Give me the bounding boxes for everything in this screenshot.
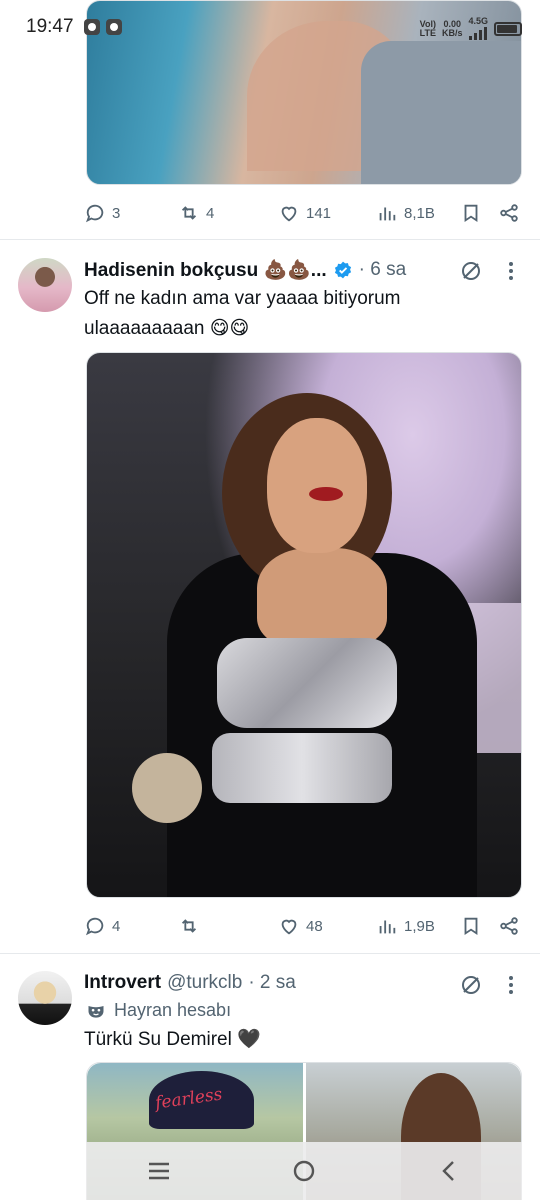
reply-icon <box>85 917 104 936</box>
share-button[interactable] <box>498 915 520 937</box>
grok-icon[interactable] <box>459 973 483 997</box>
status-right: Vol) LTE 0.00 KB/s 4.5G <box>420 17 522 40</box>
like-button[interactable]: 48 <box>278 915 323 937</box>
lte-label: LTE <box>419 27 436 38</box>
tweet-time[interactable]: · 6 sa <box>359 259 407 281</box>
retweet-icon <box>181 919 197 933</box>
home-button[interactable] <box>284 1151 324 1191</box>
share-icon <box>500 917 518 935</box>
views-icon <box>379 920 396 934</box>
battery-icon <box>494 21 522 36</box>
reply-button[interactable]: 4 <box>84 915 120 937</box>
status-time: 19:47 <box>26 16 74 37</box>
share-icon <box>500 204 518 222</box>
status-bar: 19:47 Vol) LTE 0.00 KB/s 4.5G <box>0 0 540 56</box>
speed-unit: KB/s <box>441 27 463 38</box>
author-handle[interactable]: @turkclb <box>167 972 242 994</box>
photo-content <box>212 733 392 803</box>
reply-count: 3 <box>112 204 121 222</box>
photo-content <box>309 487 343 501</box>
tweet-text: Türkü Su Demirel 🖤 <box>84 1029 261 1050</box>
avatar[interactable] <box>18 971 72 1025</box>
account-label[interactable]: Hayran hesabı <box>86 1000 231 1021</box>
bookmark-button[interactable] <box>460 202 482 224</box>
heart-icon <box>281 919 297 935</box>
home-icon <box>293 1160 315 1182</box>
retweet-button[interactable]: 4 <box>178 202 214 224</box>
mask-icon <box>88 1005 104 1018</box>
photo-content <box>257 548 387 648</box>
tweet-media[interactable] <box>86 352 522 898</box>
like-button[interactable]: 141 <box>278 202 331 224</box>
more-icon[interactable] <box>508 262 514 280</box>
menu-icon <box>148 1162 169 1180</box>
signal-group: 4.5G <box>468 17 488 40</box>
retweet-button[interactable] <box>178 915 206 937</box>
tweet-actions: 3 4 141 8,1B <box>84 200 524 226</box>
settings-notification-icon <box>84 19 100 35</box>
reply-icon <box>85 204 104 223</box>
share-button[interactable] <box>498 202 520 224</box>
photo-content <box>132 753 202 823</box>
account-label-text: Hayran hesabı <box>114 1000 232 1020</box>
views-icon <box>379 207 396 221</box>
views-count: 1,9B <box>404 917 435 935</box>
verified-badge-icon <box>334 261 351 279</box>
tweet-header: Hadisenin bokçusu 💩💩... · 6 sa <box>84 258 406 282</box>
tweet-text-line: Off ne kadın ama var yaaaa bitiyorum <box>84 288 401 309</box>
reply-count: 4 <box>112 917 121 935</box>
network-type: Vol) LTE <box>419 19 436 38</box>
tweet-header: Introvert @turkclb · 2 sa <box>84 972 296 994</box>
views-button[interactable]: 8,1B <box>376 202 435 224</box>
author-name[interactable]: Introvert <box>84 972 161 994</box>
network-speed: 0.00 KB/s <box>441 19 463 38</box>
more-icon[interactable] <box>508 976 514 994</box>
tweet-divider <box>0 239 540 240</box>
tweet-text-line: ulaaaaaaaaan 😋😋 <box>84 318 250 339</box>
author-name[interactable]: Hadisenin bokçusu 💩💩... <box>84 258 327 282</box>
views-button[interactable]: 1,9B <box>376 915 435 937</box>
tweet-actions: 4 48 1,9B <box>84 913 524 939</box>
tweet-text: Off ne kadın ama var yaaaa bitiyorum ula… <box>84 284 524 344</box>
back-button[interactable] <box>429 1151 469 1191</box>
recent-apps-button[interactable] <box>139 1151 179 1191</box>
like-count: 48 <box>306 917 323 935</box>
app-notification-icon <box>106 19 122 35</box>
back-icon <box>442 1161 455 1181</box>
avatar[interactable] <box>18 258 72 312</box>
tweet-divider <box>0 953 540 954</box>
notification-icons <box>84 19 122 35</box>
photo-content <box>267 418 367 553</box>
retweet-count: 4 <box>206 204 215 222</box>
cap-text: fearless <box>153 1084 224 1114</box>
bookmark-icon <box>464 204 478 223</box>
signal-label: 4.5G <box>468 16 488 26</box>
reply-button[interactable]: 3 <box>84 202 120 224</box>
grok-icon[interactable] <box>459 259 483 283</box>
bookmark-button[interactable] <box>460 915 482 937</box>
retweet-icon <box>181 206 197 220</box>
like-count: 141 <box>306 204 332 222</box>
system-nav-bar <box>86 1142 522 1200</box>
bookmark-icon <box>464 917 478 936</box>
photo-content: fearless <box>149 1071 254 1129</box>
views-count: 8,1B <box>404 204 435 222</box>
photo-content <box>217 638 397 728</box>
photo-content <box>361 41 521 184</box>
heart-icon <box>281 206 297 222</box>
signal-icon <box>469 26 488 40</box>
tweet-time[interactable]: · 2 sa <box>248 972 296 994</box>
